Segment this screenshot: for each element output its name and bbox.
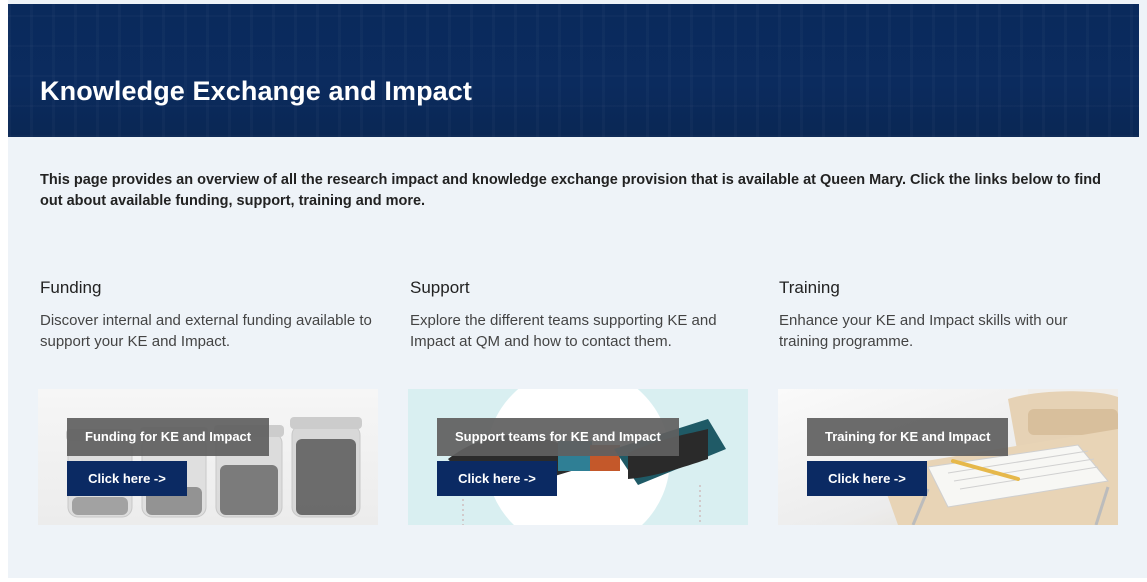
hero-banner: Knowledge Exchange and Impact: [8, 4, 1139, 137]
card-support[interactable]: Support teams for KE and Impact Click he…: [408, 389, 748, 525]
card-label-support: Support teams for KE and Impact: [437, 418, 679, 456]
funding-click-here-button[interactable]: Click here ->: [67, 461, 187, 496]
desk-notebook-image: [878, 389, 1118, 525]
section-description-funding: Discover internal and external funding a…: [40, 312, 372, 350]
section-heading-training: Training: [779, 278, 840, 297]
page-title: Knowledge Exchange and Impact: [40, 76, 472, 106]
coin-jars-image: [66, 417, 362, 518]
page: Knowledge Exchange and Impact This page …: [8, 0, 1147, 578]
training-click-here-button[interactable]: Click here ->: [807, 461, 927, 496]
support-click-here-button[interactable]: Click here ->: [437, 461, 557, 496]
card-training[interactable]: Training for KE and Impact Click here ->: [778, 389, 1118, 525]
section-heading-support: Support: [410, 278, 470, 297]
section-training: Training Enhance your KE and Impact skil…: [779, 278, 1119, 352]
section-support: Support Explore the different teams supp…: [410, 278, 750, 352]
section-description-support: Explore the different teams supporting K…: [410, 312, 717, 350]
card-label-training: Training for KE and Impact: [807, 418, 1009, 456]
section-description-training: Enhance your KE and Impact skills with o…: [779, 312, 1068, 350]
intro-text: This page provides an overview of all th…: [40, 172, 1101, 209]
puzzle-hands-image: [448, 389, 726, 525]
section-funding: Funding Discover internal and external f…: [40, 278, 380, 352]
card-funding[interactable]: Funding for KE and Impact Click here ->: [38, 389, 378, 525]
section-heading-funding: Funding: [40, 278, 102, 297]
card-label-funding: Funding for KE and Impact: [67, 418, 270, 456]
